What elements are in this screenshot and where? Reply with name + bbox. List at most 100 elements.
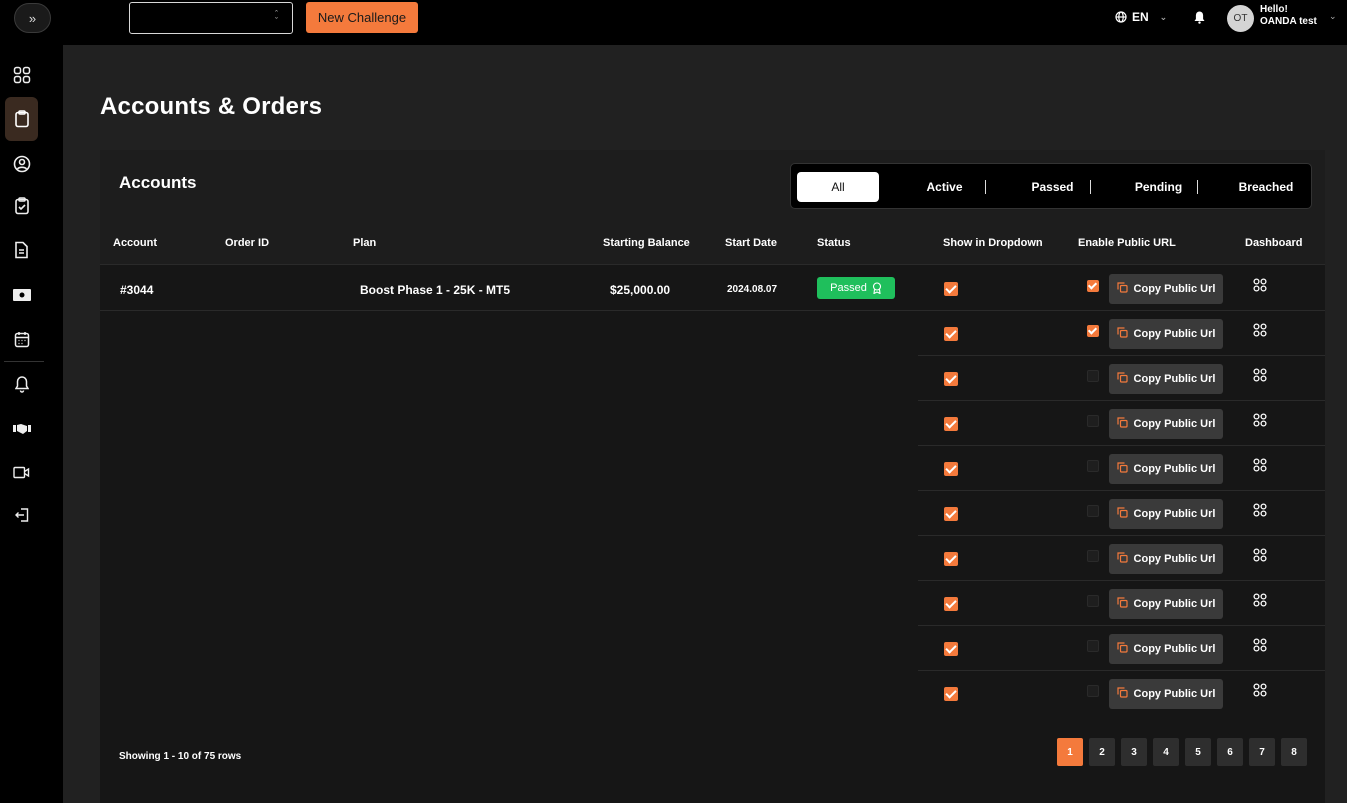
show-in-dropdown-checkbox[interactable]: [944, 642, 958, 656]
tab-separator: [985, 180, 986, 194]
copy-public-url-label: Copy Public Url: [1133, 553, 1216, 565]
enable-public-url-checkbox[interactable]: [1087, 460, 1099, 472]
status-label: Passed: [830, 282, 867, 294]
dashboard-button[interactable]: [1253, 638, 1267, 657]
table-row: Copy Public Url: [100, 356, 1325, 401]
show-in-dropdown-checkbox[interactable]: [944, 282, 958, 296]
tab-pending[interactable]: Pending: [1121, 172, 1196, 202]
copy-icon: [1116, 687, 1128, 701]
show-in-dropdown-checkbox[interactable]: [944, 462, 958, 476]
enable-public-url-checkbox[interactable]: [1087, 685, 1099, 697]
bell-outline-icon: [14, 376, 29, 393]
account-select[interactable]: ˆˇ: [129, 2, 293, 34]
expand-sidebar-button[interactable]: »: [14, 3, 51, 33]
column-enable-public-url: Enable Public URL: [1078, 237, 1176, 249]
copy-public-url-label: Copy Public Url: [1133, 508, 1216, 520]
tab-breached[interactable]: Breached: [1227, 172, 1305, 202]
sidebar-item-calendar[interactable]: [5, 321, 38, 357]
copy-public-url-button[interactable]: Copy Public Url: [1109, 544, 1223, 574]
user-greeting[interactable]: Hello! OANDA test: [1260, 4, 1317, 28]
copy-public-url-button[interactable]: Copy Public Url: [1109, 499, 1223, 529]
tab-all[interactable]: All: [797, 172, 879, 202]
page-button[interactable]: 7: [1249, 738, 1275, 766]
copy-public-url-label: Copy Public Url: [1133, 373, 1216, 385]
copy-icon: [1116, 642, 1128, 656]
copy-public-url-button[interactable]: Copy Public Url: [1109, 364, 1223, 394]
enable-public-url-checkbox[interactable]: [1087, 550, 1099, 562]
status-badge: Passed: [817, 277, 895, 299]
copy-public-url-button[interactable]: Copy Public Url: [1109, 589, 1223, 619]
sidebar-item-dashboard[interactable]: [5, 57, 38, 93]
show-in-dropdown-checkbox[interactable]: [944, 372, 958, 386]
notifications-button[interactable]: [1194, 11, 1205, 29]
enable-public-url-checkbox[interactable]: [1087, 640, 1099, 652]
show-in-dropdown-checkbox[interactable]: [944, 327, 958, 341]
rows-summary: Showing 1 - 10 of 75 rows: [119, 751, 242, 762]
copy-icon: [1116, 372, 1128, 386]
column-account: Account: [113, 237, 157, 249]
dashboard-button[interactable]: [1253, 593, 1267, 612]
enable-public-url-checkbox[interactable]: [1087, 280, 1099, 292]
page-button[interactable]: 2: [1089, 738, 1115, 766]
dashboard-grid-icon: [1253, 458, 1267, 476]
copy-public-url-label: Copy Public Url: [1133, 688, 1216, 700]
enable-public-url-checkbox[interactable]: [1087, 325, 1099, 337]
sidebar-item-notifications[interactable]: [5, 366, 38, 402]
user-circle-icon: [13, 155, 30, 173]
dashboard-button[interactable]: [1253, 368, 1267, 387]
copy-public-url-label: Copy Public Url: [1133, 283, 1216, 295]
copy-public-url-button[interactable]: Copy Public Url: [1109, 679, 1223, 709]
enable-public-url-checkbox[interactable]: [1087, 370, 1099, 382]
language-selector[interactable]: EN ⌄: [1115, 10, 1167, 24]
show-in-dropdown-checkbox[interactable]: [944, 597, 958, 611]
dashboard-button[interactable]: [1253, 548, 1267, 567]
page-button[interactable]: 4: [1153, 738, 1179, 766]
sidebar-item-tasks[interactable]: [5, 188, 38, 224]
column-show-in-dropdown: Show in Dropdown: [943, 237, 1043, 249]
tab-active[interactable]: Active: [906, 172, 983, 202]
show-in-dropdown-checkbox[interactable]: [944, 552, 958, 566]
handshake-icon: [12, 424, 31, 434]
user-menu-chevron-icon[interactable]: ⌄: [1329, 11, 1337, 22]
sidebar-item-videos[interactable]: [5, 454, 38, 490]
page-button[interactable]: 1: [1057, 738, 1083, 766]
show-in-dropdown-checkbox[interactable]: [944, 417, 958, 431]
sidebar-item-profile[interactable]: [5, 146, 38, 182]
show-in-dropdown-checkbox[interactable]: [944, 687, 958, 701]
table-row: Copy Public Url: [100, 401, 1325, 446]
sidebar-item-accounts[interactable]: [5, 97, 38, 141]
sidebar-item-documents[interactable]: [5, 232, 38, 268]
sidebar-item-logout[interactable]: [5, 497, 38, 533]
enable-public-url-checkbox[interactable]: [1087, 595, 1099, 607]
show-in-dropdown-checkbox[interactable]: [944, 507, 958, 521]
copy-public-url-button[interactable]: Copy Public Url: [1109, 409, 1223, 439]
page-button[interactable]: 5: [1185, 738, 1211, 766]
account-id[interactable]: #3044: [120, 283, 153, 297]
dashboard-grid-icon: [1253, 323, 1267, 341]
dashboard-button[interactable]: [1253, 503, 1267, 522]
page-button[interactable]: 8: [1281, 738, 1307, 766]
dashboard-button[interactable]: [1253, 413, 1267, 432]
dashboard-grid-icon: [1253, 683, 1267, 701]
dashboard-button[interactable]: [1253, 683, 1267, 702]
sidebar-item-affiliate[interactable]: [5, 411, 38, 447]
table-header: Account Order ID Plan Starting Balance S…: [100, 221, 1325, 265]
avatar[interactable]: OT: [1227, 5, 1254, 32]
page-button[interactable]: 6: [1217, 738, 1243, 766]
enable-public-url-checkbox[interactable]: [1087, 505, 1099, 517]
dashboard-button[interactable]: [1253, 458, 1267, 477]
table-row: Copy Public Url: [100, 446, 1325, 491]
dashboard-button[interactable]: [1253, 278, 1267, 297]
copy-public-url-button[interactable]: Copy Public Url: [1109, 319, 1223, 349]
copy-public-url-button[interactable]: Copy Public Url: [1109, 274, 1223, 304]
enable-public-url-checkbox[interactable]: [1087, 415, 1099, 427]
dashboard-button[interactable]: [1253, 323, 1267, 342]
copy-public-url-button[interactable]: Copy Public Url: [1109, 634, 1223, 664]
table-row: Copy Public Url: [100, 626, 1325, 671]
tab-passed[interactable]: Passed: [1018, 172, 1087, 202]
sidebar-item-payouts[interactable]: [5, 277, 38, 313]
new-challenge-button[interactable]: New Challenge: [306, 2, 418, 33]
copy-public-url-button[interactable]: Copy Public Url: [1109, 454, 1223, 484]
page-button[interactable]: 3: [1121, 738, 1147, 766]
language-label: EN: [1132, 10, 1149, 24]
